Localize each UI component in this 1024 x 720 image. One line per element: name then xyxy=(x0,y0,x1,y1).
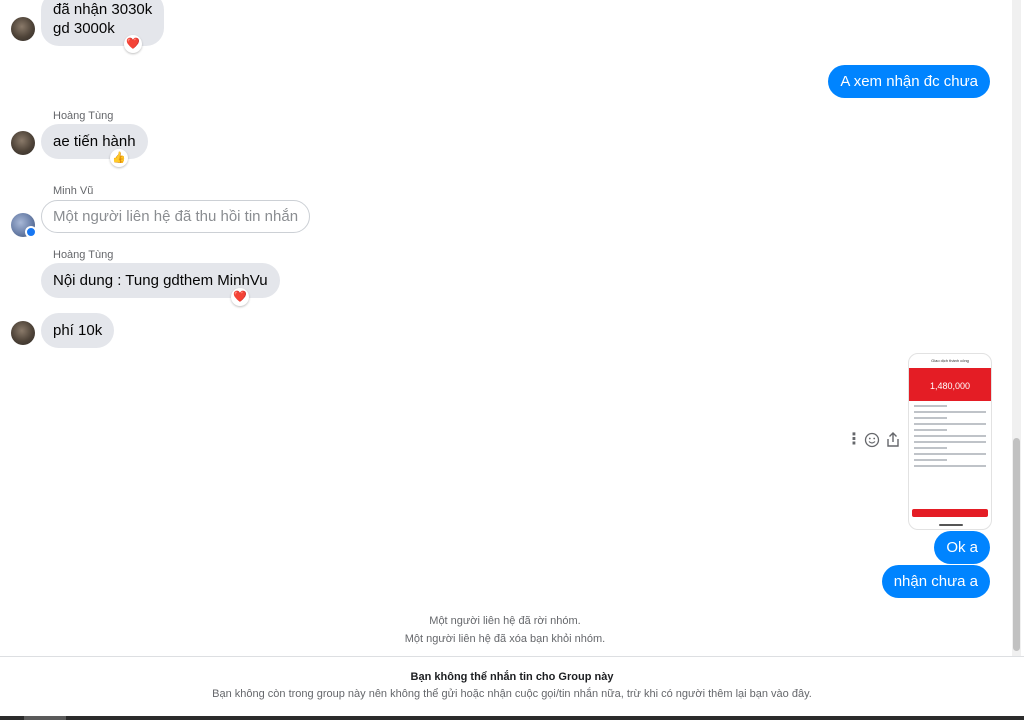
receipt-button xyxy=(912,509,988,517)
receipt-line xyxy=(914,429,947,431)
thumbs-up-reaction-icon[interactable]: 👍 xyxy=(110,149,128,167)
message-bubble[interactable]: ae tiến hành xyxy=(41,124,148,159)
receipt-amount: 1,480,000 xyxy=(929,381,971,391)
share-icon[interactable] xyxy=(885,431,901,451)
avatar[interactable] xyxy=(11,321,35,345)
receipt-line xyxy=(914,417,947,419)
receipt-line xyxy=(914,465,986,467)
message-text: Nội dung : Tung gdthem MinhVu xyxy=(53,272,268,289)
receipt-line xyxy=(914,441,986,443)
receipt-title: Giao dịch thành công xyxy=(931,358,969,363)
receipt-line xyxy=(914,411,986,413)
message-text: Một người liên hệ đã thu hồi tin nhắn xyxy=(53,208,299,225)
heart-reaction-icon[interactable]: ❤️ xyxy=(124,35,142,53)
message-text: phí 10k xyxy=(53,322,103,339)
receipt-line xyxy=(914,447,947,449)
sender-name: Hoàng Tùng xyxy=(53,249,114,261)
receipt-line xyxy=(914,459,947,461)
message-bubble[interactable]: A xem nhận đc chưa xyxy=(828,65,990,98)
phone-home-bar xyxy=(939,524,963,526)
receipt-amount-panel: 1,480,000 xyxy=(909,368,991,401)
message-bubble[interactable]: nhận chưa a xyxy=(881,565,990,598)
scrollbar[interactable] xyxy=(1012,0,1021,656)
message-text: A xem nhận đc chưa xyxy=(840,73,978,90)
message-bubble[interactable]: phí 10k xyxy=(41,313,115,348)
banner-title: Bạn không thể nhắn tin cho Group này xyxy=(410,671,614,683)
composer-disabled-banner: Bạn không thể nhắn tin cho Group này Bạn… xyxy=(0,656,1024,717)
avatar[interactable] xyxy=(11,17,35,41)
receipt-line xyxy=(914,435,986,437)
receipt-line xyxy=(914,453,986,455)
sender-name: Hoàng Tùng xyxy=(53,110,114,122)
receipt-label xyxy=(909,368,991,379)
heart-reaction-icon[interactable]: ❤️ xyxy=(231,288,249,306)
system-notice: Một người liên hệ đã xóa bạn khỏi nhóm. xyxy=(404,633,606,645)
system-notice: Một người liên hệ đã rời nhóm. xyxy=(429,615,581,627)
message-bubble[interactable]: đã nhận 3030k gd 3000k xyxy=(41,0,165,46)
message-text: Ok a xyxy=(946,539,978,556)
message-text: ae tiến hành xyxy=(53,133,136,150)
smiley-icon[interactable] xyxy=(864,432,880,450)
avatar[interactable] xyxy=(11,131,35,155)
message-line: đã nhận 3030k xyxy=(53,1,153,18)
sender-name: Minh Vũ xyxy=(53,185,94,197)
taskbar xyxy=(0,716,1024,720)
taskbar-item[interactable] xyxy=(24,716,66,720)
scrollbar-thumb[interactable] xyxy=(1013,438,1020,651)
active-status-icon xyxy=(25,226,37,238)
revoked-message-bubble[interactable]: Một người liên hệ đã thu hồi tin nhắn xyxy=(41,200,311,233)
avatar[interactable] xyxy=(11,213,37,238)
receipt-line xyxy=(914,405,947,407)
message-bubble[interactable]: Ok a xyxy=(934,531,990,564)
more-options-icon[interactable]: ⋮ xyxy=(846,432,862,448)
receipt-image[interactable]: Giao dịch thành công 1,480,000 xyxy=(908,353,992,530)
message-thread: đã nhận 3030k gd 3000k ❤️ A xem nhận đc … xyxy=(0,0,1010,656)
receipt-line xyxy=(914,423,986,425)
message-text: nhận chưa a xyxy=(893,573,978,590)
banner-subtitle: Bạn không còn trong group này nên không … xyxy=(212,688,812,700)
